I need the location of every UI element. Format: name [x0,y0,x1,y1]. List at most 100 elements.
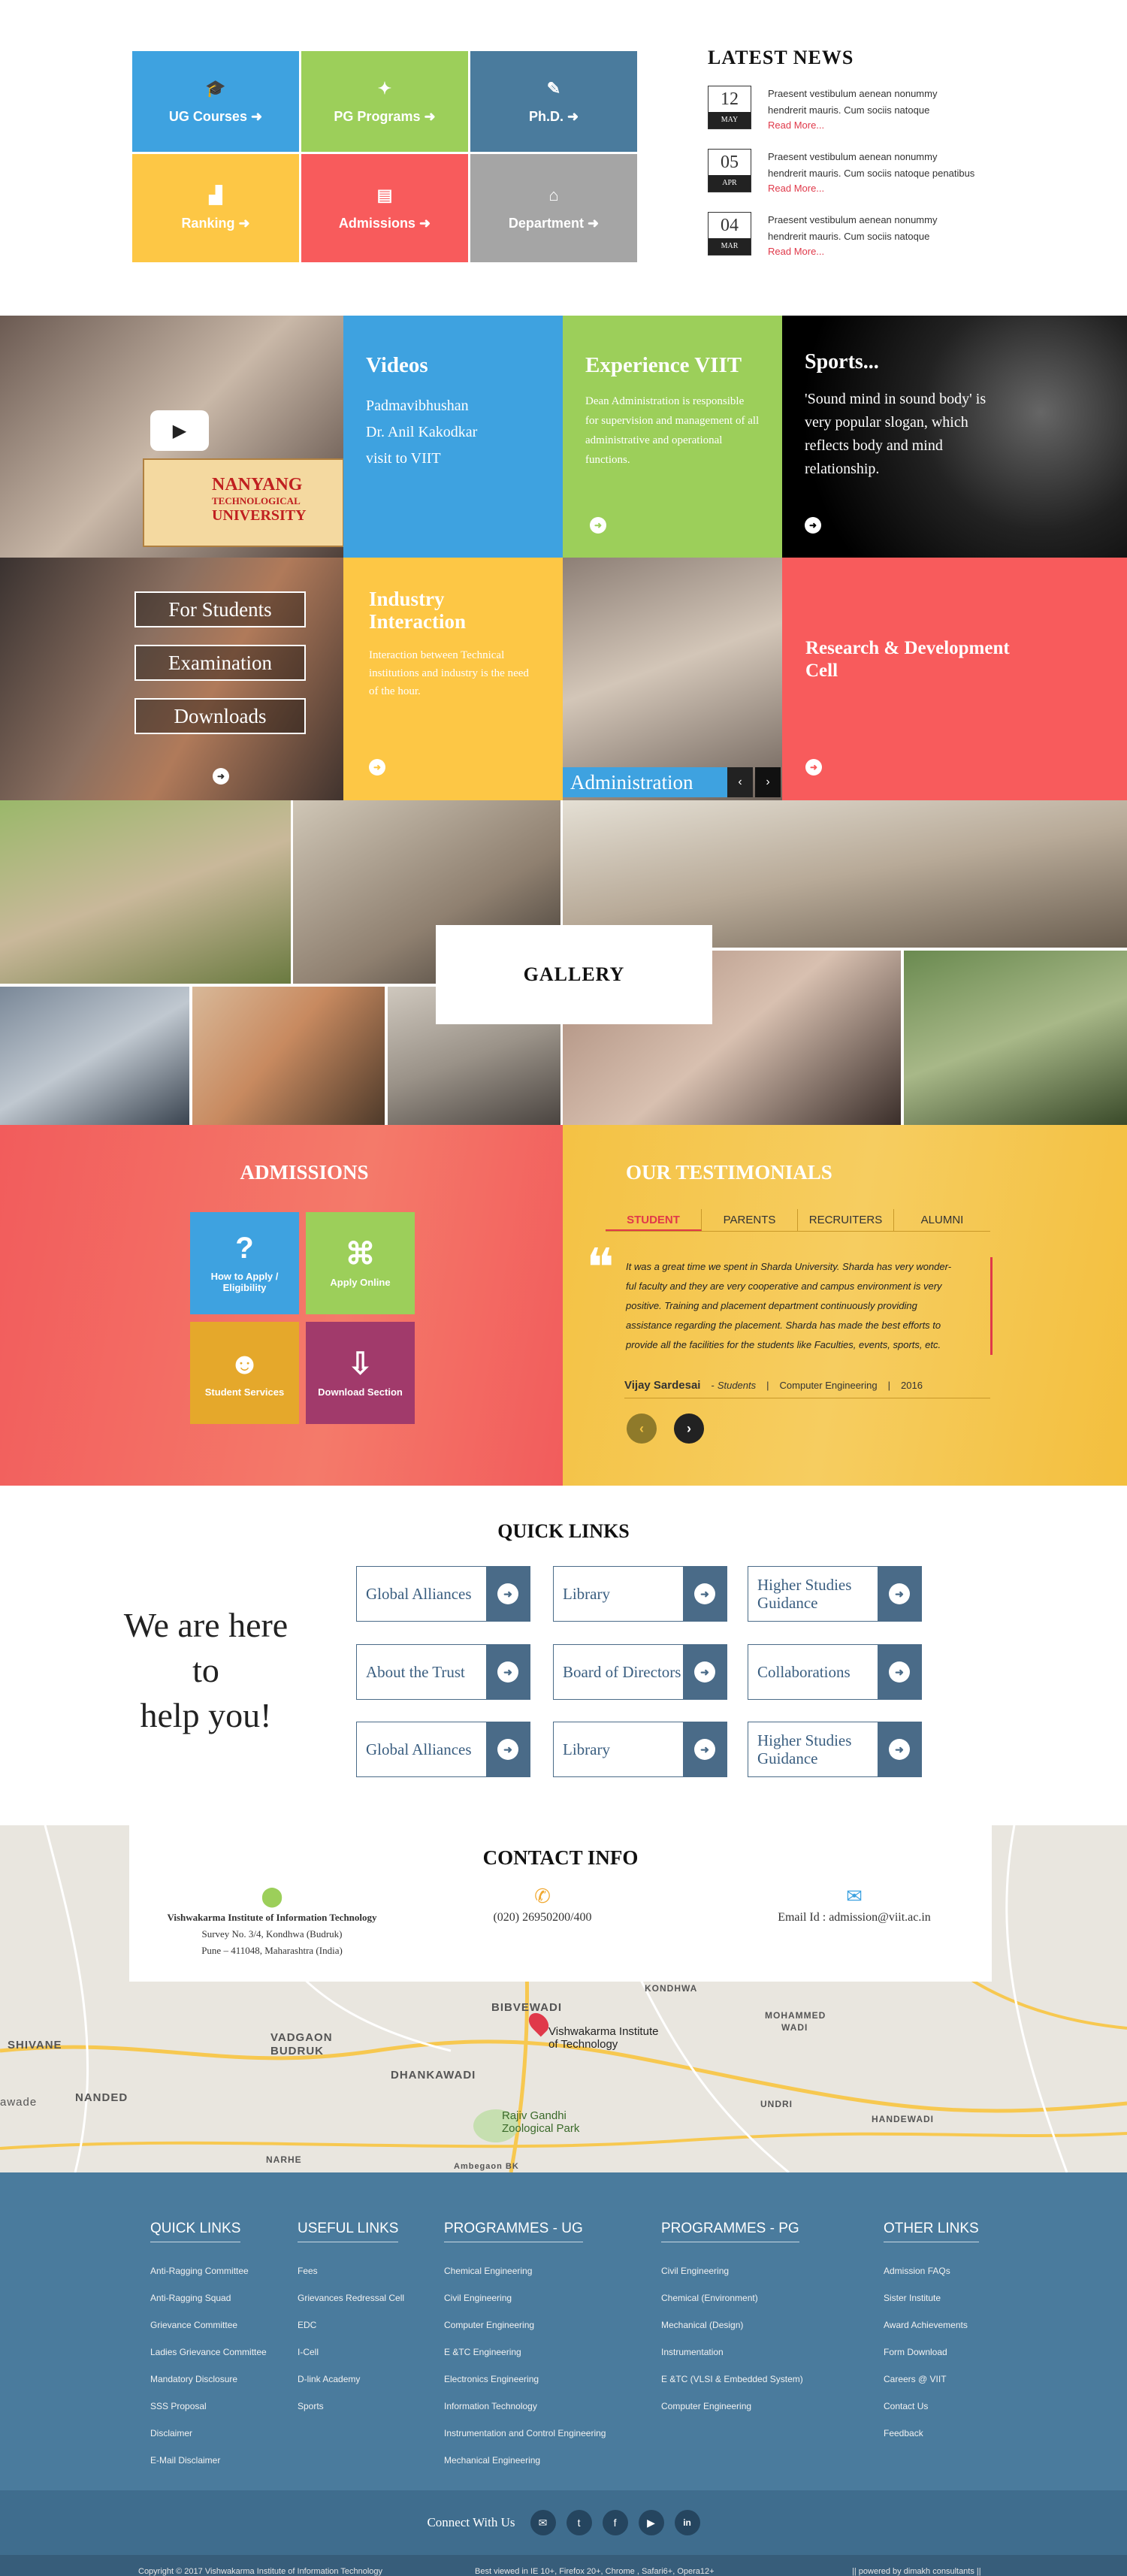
youtube-icon[interactable]: ▶ [638,2510,664,2535]
apply-online-box[interactable]: ⌘ Apply Online [306,1212,415,1314]
sports-panel[interactable]: Sports... 'Sound mind in sound body' is … [782,316,1127,558]
quick-link-board-directors[interactable]: Board of Directors ➜ [553,1644,727,1700]
student-services-box[interactable]: ☻ Student Services [190,1322,299,1424]
powered-by[interactable]: || powered by dimakh consultants || [852,2567,981,2576]
tagline-line: to [192,1651,219,1689]
video-thumbnail[interactable]: ▶ NANYANG TECHNOLOGICAL UNIVERSITY [0,316,343,558]
quick-link-library[interactable]: Library ➜ [553,1566,727,1622]
gallery-photo[interactable] [0,987,189,1125]
arrow-circle-icon: ➜ [418,215,431,231]
footer-link[interactable]: Disclaimer [150,2420,267,2447]
admin-prev-button[interactable]: ‹ [727,767,753,797]
footer-link[interactable]: Instrumentation [661,2339,803,2366]
footer-link[interactable]: Electronics Engineering [444,2366,606,2393]
footer-link[interactable]: Instrumentation and Control Engineering [444,2420,606,2447]
arrow-circle-icon[interactable]: ➜ [369,759,385,776]
footer-link[interactable]: D-link Academy [298,2366,404,2393]
footer-link[interactable]: Careers @ VIIT [884,2366,979,2393]
tile-ug-courses[interactable]: 🎓 UG Courses ➜ [132,51,299,152]
footer-link[interactable]: Information Technology [444,2393,606,2420]
footer-link[interactable]: Ladies Grievance Committee [150,2339,267,2366]
tile-phd[interactable]: ✎ Ph.D. ➜ [470,51,637,152]
arrow-circle-icon[interactable]: ➜ [213,768,229,785]
phone-number[interactable]: (020) 26950200/400 [445,1909,640,1926]
footer-link[interactable]: Chemical (Environment) [661,2284,803,2311]
footer-link[interactable]: E &TC (VLSI & Embedded System) [661,2366,803,2393]
read-more-link[interactable]: Read More... [768,245,937,259]
tile-department[interactable]: ⌂ Department ➜ [470,154,637,262]
administration-photo[interactable]: Administration ‹ › [563,558,782,800]
footer-link[interactable]: E-Mail Disclaimer [150,2447,267,2474]
footer-link[interactable]: Feedback [884,2420,979,2447]
footer-link[interactable]: Sports [298,2393,404,2420]
footer-link[interactable]: Computer Engineering [661,2393,803,2420]
industry-panel[interactable]: Industry Interaction Interaction between… [343,558,563,800]
tab-parents[interactable]: PARENTS [702,1209,798,1231]
quick-link-library[interactable]: Library ➜ [553,1722,727,1777]
quick-link-about-trust[interactable]: About the Trust ➜ [356,1644,530,1700]
for-students-button[interactable]: For Students [134,591,306,627]
footer-link[interactable]: Mechanical (Design) [661,2311,803,2339]
twitter-icon[interactable]: t [566,2510,592,2535]
experience-panel[interactable]: Experience VIIT Dean Administration is r… [563,316,782,558]
email-address[interactable]: Email Id : admission@viit.ac.in [730,1909,978,1926]
footer-link[interactable]: Fees [298,2257,404,2284]
testimonial-prev-button[interactable]: ‹ [627,1413,657,1444]
download-section-box[interactable]: ⇩ Download Section [306,1322,415,1424]
quick-link-collaborations[interactable]: Collaborations ➜ [748,1644,922,1700]
videos-title: Videos [366,353,428,377]
tile-pg-programs[interactable]: ✦ PG Programs ➜ [301,51,468,152]
tile-ranking[interactable]: ▟ Ranking ➜ [132,154,299,262]
tile-admissions[interactable]: ▤ Admissions ➜ [301,154,468,262]
read-more-link[interactable]: Read More... [768,182,974,195]
arrow-circle-icon[interactable]: ➜ [590,517,606,534]
quick-link-higher-studies[interactable]: Higher Studies Guidance ➜ [748,1566,922,1622]
footer-link[interactable]: SSS Proposal [150,2393,267,2420]
footer-link[interactable]: Contact Us [884,2393,979,2420]
footer-link[interactable]: Mandatory Disclosure [150,2366,267,2393]
gallery-photo[interactable] [0,800,291,984]
footer-link[interactable]: Grievances Redressal Cell [298,2284,404,2311]
footer-link[interactable]: Anti-Ragging Committee [150,2257,267,2284]
tab-alumni[interactable]: ALUMNI [894,1209,990,1231]
quick-link-global-alliances[interactable]: Global Alliances ➜ [356,1566,530,1622]
footer-link[interactable]: Sister Institute [884,2284,979,2311]
email-icon[interactable]: ✉ [530,2510,556,2535]
research-panel[interactable]: Research & Development Cell ➜ [782,558,1127,800]
footer-link[interactable]: Admission FAQs [884,2257,979,2284]
gallery-title-box[interactable]: GALLERY [436,925,712,1024]
testimonial-next-button[interactable]: › [674,1413,704,1444]
footer-link[interactable]: Mechanical Engineering [444,2447,606,2474]
facebook-icon[interactable]: f [602,2510,628,2535]
read-more-link[interactable]: Read More... [768,119,937,132]
arrow-circle-icon[interactable]: ➜ [805,517,821,534]
footer-link[interactable]: Civil Engineering [444,2284,606,2311]
quick-link-higher-studies[interactable]: Higher Studies Guidance ➜ [748,1722,922,1777]
downloads-button[interactable]: Downloads [134,698,306,734]
footer-link[interactable]: E &TC Engineering [444,2339,606,2366]
gallery-photo[interactable] [192,987,385,1125]
examination-button[interactable]: Examination [134,645,306,681]
quick-link-global-alliances[interactable]: Global Alliances ➜ [356,1722,530,1777]
footer-link[interactable]: Civil Engineering [661,2257,803,2284]
tab-recruiters[interactable]: RECRUITERS [798,1209,894,1231]
footer-link[interactable]: Computer Engineering [444,2311,606,2339]
gallery-photo[interactable] [904,951,1127,1125]
map-section[interactable]: BIBVEWADI VADGAON BUDRUK DHANKAWADI SHIV… [0,1825,1127,2172]
admin-next-button[interactable]: › [755,767,781,797]
tab-student[interactable]: STUDENT [606,1209,702,1231]
gallery-title: GALLERY [523,963,625,985]
play-button[interactable]: ▶ [150,410,209,451]
footer-link[interactable]: EDC [298,2311,404,2339]
footer-link[interactable]: Anti-Ragging Squad [150,2284,267,2311]
footer-link[interactable]: Grievance Committee [150,2311,267,2339]
how-to-apply-box[interactable]: ? How to Apply / Eligibility [190,1212,299,1314]
footer-link[interactable]: I-Cell [298,2339,404,2366]
news-item: 05 APR Praesent vestibulum aenean nonummy… [708,149,1023,195]
arrow-circle-icon[interactable]: ➜ [805,759,822,776]
footer-link[interactable]: Form Download [884,2339,979,2366]
videos-panel[interactable]: Videos Padmavibhushan Dr. Anil Kakodkar … [343,316,563,558]
footer-link[interactable]: Chemical Engineering [444,2257,606,2284]
linkedin-icon[interactable]: in [674,2510,700,2535]
footer-link[interactable]: Award Achievements [884,2311,979,2339]
